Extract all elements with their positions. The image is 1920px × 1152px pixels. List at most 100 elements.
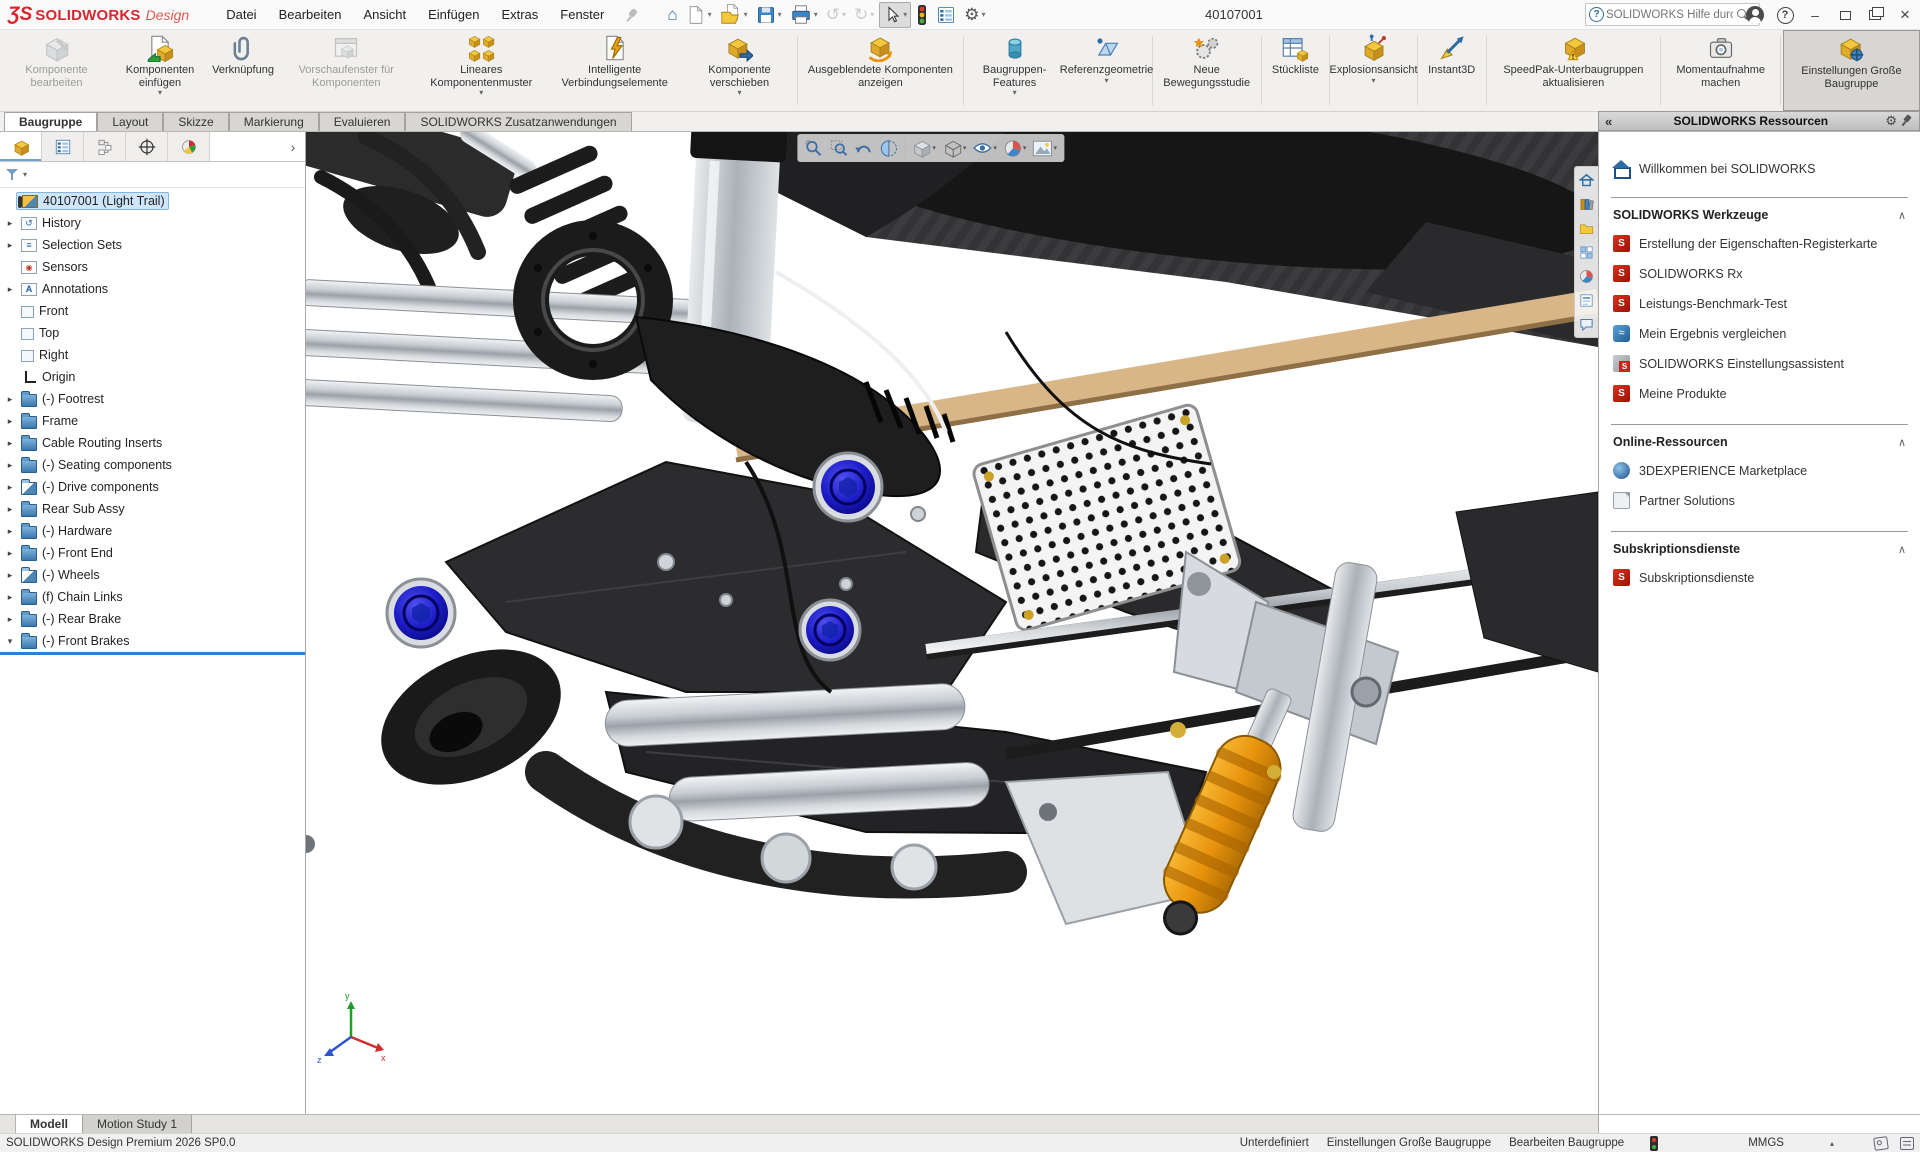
tree-item[interactable]: ▸ (-) Front End <box>0 542 305 564</box>
custom-properties-tab-icon[interactable] <box>1576 290 1596 310</box>
tree-item[interactable]: ▸ (-) Wheels <box>0 564 305 586</box>
tab-dimxpert[interactable] <box>126 132 168 161</box>
tree-item[interactable]: ▸ Rear Sub Assy <box>0 498 305 520</box>
forum-tab-icon[interactable] <box>1576 314 1596 334</box>
task-pane-link[interactable]: Erstellung der Eigenschaften-Registerkar… <box>1613 235 1906 252</box>
view-orientation-button[interactable]: ▾ <box>908 136 939 160</box>
resources-tab-icon[interactable] <box>1576 170 1596 190</box>
redo-button[interactable]: ↻▾ <box>851 4 877 25</box>
section-header-tools[interactable]: SOLIDWORKS Werkzeuge ∧ <box>1613 208 1906 222</box>
instant3d-button[interactable]: Instant3D <box>1420 30 1484 111</box>
tree-expand-arrow[interactable]: ▸ <box>4 614 16 625</box>
study-tab[interactable]: Motion Study 1 <box>83 1115 192 1133</box>
hide-show-items-button[interactable]: ▾ <box>969 138 1000 158</box>
tree-expand-arrow[interactable]: ▾ <box>4 636 16 647</box>
help-search-box[interactable]: ? ▾ <box>1585 3 1760 26</box>
units-caret-icon[interactable]: ▴ <box>1830 1139 1834 1148</box>
previous-view-button[interactable] <box>851 137 876 160</box>
tree-item[interactable]: ▸ Frame <box>0 410 305 432</box>
tree-item[interactable]: ▸ Annotations <box>0 278 305 300</box>
smart-fasteners-button[interactable]: Intelligente Verbindungselemente <box>545 30 684 111</box>
new-file-button[interactable]: ▾ <box>683 2 715 28</box>
tree-item[interactable]: Right <box>0 344 305 366</box>
chevron-down-icon[interactable]: ▾ <box>1105 78 1109 84</box>
filter-caret-icon[interactable]: ▾ <box>23 170 27 179</box>
zoom-to-area-button[interactable] <box>826 137 851 160</box>
tree-expand-arrow[interactable]: ▸ <box>4 592 16 603</box>
tree-item[interactable]: ▾ (-) Front Brakes <box>0 630 305 649</box>
file-explorer-tab-icon[interactable] <box>1576 218 1596 238</box>
panel-flyout-arrow[interactable]: › <box>281 132 305 161</box>
filter-funnel-icon[interactable] <box>6 168 20 181</box>
menu-item[interactable]: Fenster <box>549 0 615 29</box>
restore-button[interactable] <box>1830 0 1860 30</box>
command-tab[interactable]: SOLIDWORKS Zusatzanwendungen <box>405 112 631 131</box>
welcome-link[interactable]: Willkommen bei SOLIDWORKS <box>1613 160 1906 177</box>
section-header-subscription[interactable]: Subskriptionsdienste ∧ <box>1613 542 1906 556</box>
command-tab[interactable]: Evaluieren <box>319 112 406 131</box>
task-pane-link[interactable]: 3DEXPERIENCE Marketplace <box>1613 462 1906 479</box>
display-style-button[interactable]: ▾ <box>939 136 970 160</box>
section-view-button[interactable] <box>876 137 901 160</box>
menu-item[interactable]: Einfügen <box>417 0 490 29</box>
component-preview-window-button[interactable]: Vorschaufenster für Komponenten <box>275 30 417 111</box>
tree-item[interactable]: Front <box>0 300 305 322</box>
study-tab[interactable]: Modell <box>16 1115 83 1133</box>
tree-item[interactable]: ▸ Cable Routing Inserts <box>0 432 305 454</box>
assembly-features-button[interactable]: Baugruppen-Features ▾ <box>966 30 1063 111</box>
zoom-to-fit-button[interactable] <box>801 137 826 160</box>
select-tool-button[interactable]: ▾ <box>879 2 911 28</box>
edit-component-button[interactable]: Komponente bearbeiten <box>4 30 109 111</box>
menu-item[interactable]: Ansicht <box>352 0 417 29</box>
user-account-button[interactable] <box>1740 0 1770 30</box>
search-input[interactable] <box>1604 8 1735 22</box>
help-button[interactable]: ? <box>1770 0 1800 30</box>
tree-item[interactable]: Top <box>0 322 305 344</box>
large-assembly-settings-button[interactable]: Einstellungen Große Baugruppe <box>1783 30 1920 111</box>
quick-tips-icon[interactable] <box>1873 1136 1889 1151</box>
tree-expand-arrow[interactable]: ▸ <box>4 482 16 493</box>
menu-item[interactable]: Bearbeiten <box>268 0 353 29</box>
chevron-down-icon[interactable]: ▾ <box>158 90 162 96</box>
collapse-pane-icon[interactable]: « <box>1599 114 1618 129</box>
settings-button[interactable]: ⚙▾ <box>961 4 988 25</box>
close-button[interactable]: × <box>1890 0 1920 30</box>
tree-expand-arrow[interactable]: ▸ <box>4 394 16 405</box>
options-button[interactable] <box>933 3 959 27</box>
tree-item[interactable]: ▸ (-) Drive components <box>0 476 305 498</box>
tree-item[interactable]: ▸ (f) Chain Links <box>0 586 305 608</box>
splitter-handle[interactable] <box>0 1115 16 1133</box>
move-component-button[interactable]: Komponente verschieben ▾ <box>684 30 794 111</box>
collapse-section-icon[interactable]: ∧ <box>1898 543 1906 556</box>
show-hidden-components-button[interactable]: Ausgeblendete Komponenten anzeigen <box>799 30 961 111</box>
minimize-button[interactable]: – <box>1800 0 1830 30</box>
command-tab[interactable]: Baugruppe <box>4 112 97 131</box>
chevron-down-icon[interactable]: ▾ <box>479 90 483 96</box>
tree-item[interactable]: ▸ (-) Rear Brake <box>0 608 305 630</box>
tree-item[interactable]: ▸ History <box>0 212 305 234</box>
tree-expand-arrow[interactable]: ▸ <box>4 416 16 427</box>
chevron-down-icon[interactable]: ▾ <box>737 90 741 96</box>
status-panel-icon[interactable] <box>1900 1137 1914 1150</box>
mate-button[interactable]: Verknüpfung <box>211 30 275 111</box>
save-button[interactable]: ▾ <box>753 2 785 28</box>
appearances-tab-icon[interactable] <box>1576 266 1596 286</box>
pane-pin-icon[interactable] <box>1901 115 1913 127</box>
command-tab[interactable]: Layout <box>97 112 163 131</box>
task-pane-link[interactable]: SOLIDWORKS Einstellungsassistent <box>1613 355 1906 372</box>
design-library-tab-icon[interactable] <box>1576 194 1596 214</box>
task-pane-link[interactable]: Mein Ergebnis vergleichen <box>1613 325 1906 342</box>
tree-expand-arrow[interactable]: ▸ <box>4 570 16 581</box>
tree-item[interactable]: ▸ (-) Hardware <box>0 520 305 542</box>
collapse-section-icon[interactable]: ∧ <box>1898 209 1906 222</box>
home-button[interactable]: ⌂ <box>664 4 680 25</box>
task-pane-link[interactable]: Meine Produkte <box>1613 385 1906 402</box>
task-pane-link[interactable]: SOLIDWORKS Rx <box>1613 265 1906 282</box>
command-tab[interactable]: Skizze <box>163 112 228 131</box>
tree-item[interactable]: ▸ Selection Sets <box>0 234 305 256</box>
apply-scene-button[interactable]: ▾ <box>1029 138 1060 159</box>
print-button[interactable]: ▾ <box>787 2 821 28</box>
command-tab[interactable]: Markierung <box>229 112 319 131</box>
task-pane-link[interactable]: Leistungs-Benchmark-Test <box>1613 295 1906 312</box>
tree-expand-arrow[interactable]: ▸ <box>4 548 16 559</box>
